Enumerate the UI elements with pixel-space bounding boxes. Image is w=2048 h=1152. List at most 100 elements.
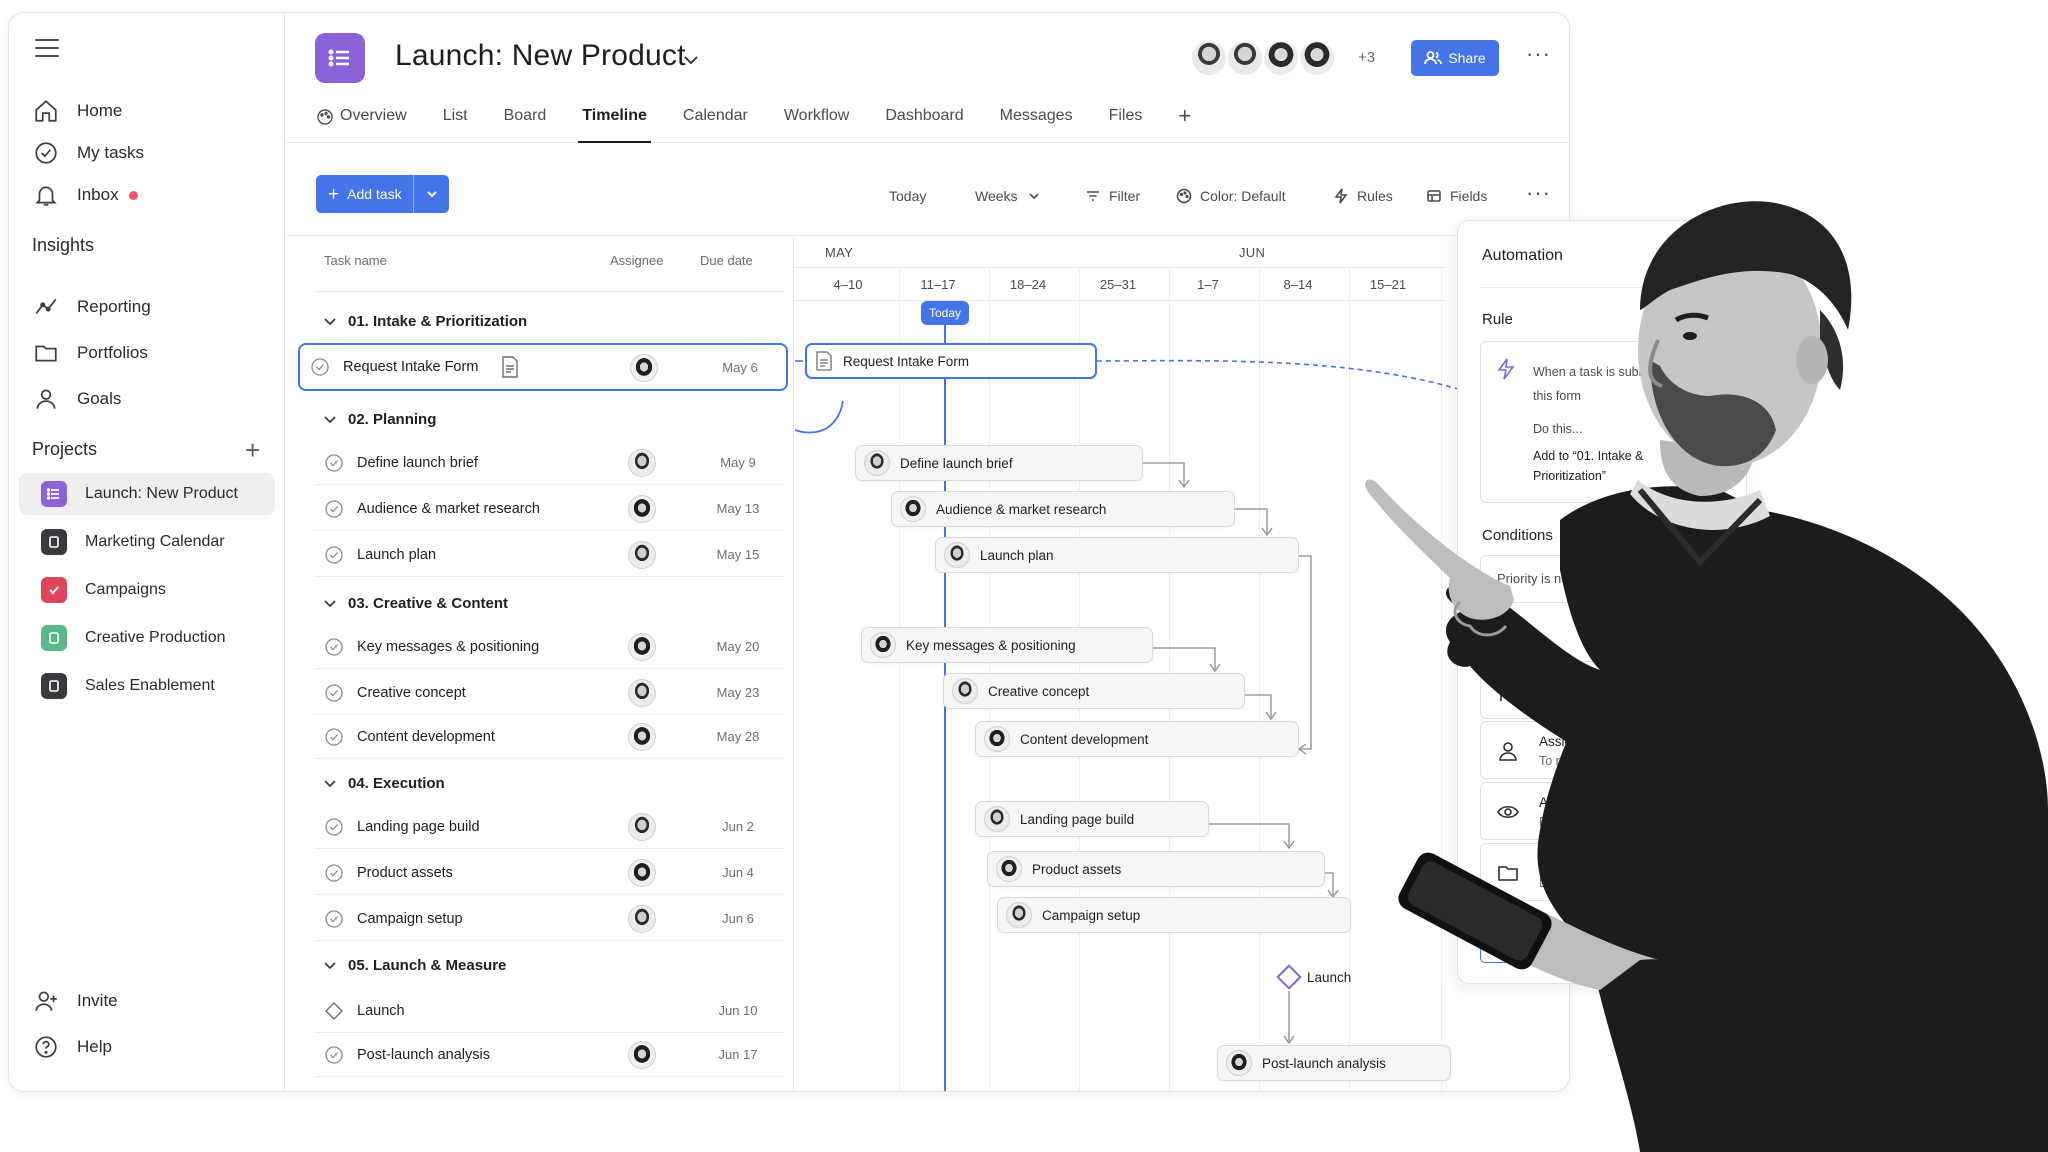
assignee-avatar[interactable] — [628, 633, 656, 661]
timeline-bar-request-intake-form[interactable]: Request Intake Form — [805, 343, 1097, 379]
rules-button[interactable]: Rules — [1333, 188, 1393, 204]
tab-overview[interactable]: Overview — [316, 107, 407, 143]
assignee-avatar[interactable] — [628, 495, 656, 523]
due-date[interactable]: Jun 10 — [708, 1003, 768, 1018]
sidebar-item-invite[interactable]: Invite — [31, 983, 271, 1019]
checkmark-circle-icon[interactable] — [310, 357, 330, 377]
add-tab-icon[interactable]: + — [1178, 105, 1191, 143]
timeline-bar-product-assets[interactable]: Product assets — [987, 851, 1325, 887]
sidebar-item-home[interactable]: Home — [31, 93, 271, 129]
add-task-dropdown[interactable] — [414, 187, 449, 201]
add-action-plus-button[interactable]: + — [1710, 627, 1723, 649]
sidebar-item-portfolios[interactable]: Portfolios — [31, 335, 271, 371]
task-row[interactable]: Audience & market research May 13 — [314, 487, 784, 531]
sidebar-item-help[interactable]: Help — [31, 1029, 271, 1065]
checkmark-circle-icon[interactable] — [324, 863, 344, 883]
extra-members-count[interactable]: +3 — [1358, 49, 1375, 66]
add-action-button[interactable]: + Add action — [1480, 923, 1604, 963]
timeline-bar-content-development[interactable]: Content development — [975, 721, 1299, 757]
chevron-down-icon[interactable] — [680, 49, 702, 71]
today-button[interactable]: Today — [889, 188, 926, 204]
checkmark-circle-icon[interactable] — [324, 727, 344, 747]
more-options-icon[interactable]: ··· — [1526, 41, 1551, 67]
due-date[interactable]: Jun 17 — [708, 1047, 768, 1062]
due-date[interactable]: May 20 — [708, 639, 768, 654]
timeline-bar-key-messages[interactable]: Key messages & positioning — [861, 627, 1153, 663]
sidebar-item-my-tasks[interactable]: My tasks — [31, 135, 271, 171]
due-date[interactable]: Jun 2 — [708, 819, 768, 834]
assignee-avatar[interactable] — [628, 679, 656, 707]
close-icon[interactable] — [1716, 247, 1732, 263]
milestone-diamond-icon[interactable] — [1276, 964, 1302, 990]
sidebar-item-reporting[interactable]: Reporting — [31, 289, 271, 325]
milestone-icon[interactable] — [324, 1001, 344, 1021]
color-button[interactable]: Color: Default — [1176, 188, 1286, 204]
task-row[interactable]: Campaign setup Jun 6 — [314, 897, 784, 941]
section-header[interactable]: 04. Execution — [314, 763, 784, 803]
timeline-bar-define-launch-brief[interactable]: Define launch brief — [855, 445, 1143, 481]
assignee-avatar[interactable] — [628, 813, 656, 841]
more-options-icon[interactable]: ··· — [1526, 180, 1551, 206]
checkmark-circle-icon[interactable] — [324, 1045, 344, 1065]
tab-board[interactable]: Board — [504, 107, 547, 143]
due-date[interactable]: May 13 — [708, 501, 768, 516]
checkmark-circle-icon[interactable] — [324, 817, 344, 837]
task-row[interactable]: Request Intake Form May 6 — [298, 343, 788, 391]
add-task-button[interactable]: + Add task — [316, 175, 449, 213]
share-button[interactable]: Share — [1411, 40, 1499, 76]
add-project-button[interactable]: + — [245, 437, 260, 463]
sidebar-project-marketing-calendar[interactable]: Marketing Calendar — [19, 521, 275, 563]
timeline-bar-landing-page[interactable]: Landing page build — [975, 801, 1209, 837]
due-date[interactable]: May 6 — [710, 360, 770, 375]
checkmark-circle-icon[interactable] — [324, 499, 344, 519]
add-condition-button[interactable]: + — [1710, 523, 1723, 545]
sidebar-project-creative-production[interactable]: Creative Production — [19, 617, 275, 659]
task-row[interactable]: Creative concept May 23 — [314, 671, 784, 715]
action-add-follower[interactable]: Add follower Request owner's manager — [1480, 782, 1726, 840]
assignee-avatar[interactable] — [628, 859, 656, 887]
task-row[interactable]: Content development May 28 — [314, 715, 784, 759]
checkmark-circle-icon[interactable] — [324, 545, 344, 565]
sidebar-project-sales-enablement[interactable]: Sales Enablement — [19, 665, 275, 707]
action-set-priority[interactable]: Set priority Based on form — [1480, 661, 1726, 719]
action-assign[interactable]: Assign To request owner — [1480, 721, 1726, 779]
assignee-avatar[interactable] — [628, 723, 656, 751]
tab-files[interactable]: Files — [1109, 107, 1143, 143]
tab-messages[interactable]: Messages — [1000, 107, 1073, 143]
task-row[interactable]: Landing page build Jun 2 — [314, 805, 784, 849]
task-row[interactable]: Launch plan May 15 — [314, 533, 784, 577]
timeline-bar-audience-research[interactable]: Audience & market research — [891, 491, 1235, 527]
task-row[interactable]: Key messages & positioning May 20 — [314, 625, 784, 669]
tab-workflow[interactable]: Workflow — [784, 107, 850, 143]
section-header[interactable]: 01. Intake & Prioritization — [314, 301, 784, 341]
checkmark-circle-icon[interactable] — [324, 683, 344, 703]
zoom-select[interactable]: Weeks — [975, 188, 1040, 204]
due-date[interactable]: Jun 4 — [708, 865, 768, 880]
task-row[interactable]: Define launch brief May 9 — [314, 441, 784, 485]
assignee-avatar[interactable] — [628, 905, 656, 933]
action-add-to-project[interactable]: Add to project Launch: New Product — [1480, 843, 1726, 901]
section-header[interactable]: 03. Creative & Content — [314, 583, 784, 623]
section-header[interactable]: 05. Launch & Measure — [314, 945, 784, 985]
assignee-avatar[interactable] — [630, 354, 658, 382]
checkmark-circle-icon[interactable] — [324, 909, 344, 929]
tab-calendar[interactable]: Calendar — [683, 107, 748, 143]
task-row[interactable]: Launch Jun 10 — [314, 989, 784, 1033]
due-date[interactable]: Jun 6 — [708, 911, 768, 926]
fields-button[interactable]: Fields — [1426, 188, 1487, 204]
timeline-bar-post-launch-analysis[interactable]: Post-launch analysis — [1217, 1045, 1451, 1081]
checkmark-circle-icon[interactable] — [324, 637, 344, 657]
task-row[interactable]: Product assets Jun 4 — [314, 851, 784, 895]
member-avatars[interactable] — [1190, 39, 1336, 77]
tab-timeline[interactable]: Timeline — [578, 107, 651, 143]
condition-item[interactable]: Priority is not empty — [1480, 555, 1726, 603]
sidebar-item-inbox[interactable]: Inbox — [31, 177, 271, 213]
assignee-avatar[interactable] — [628, 449, 656, 477]
due-date[interactable]: May 15 — [708, 547, 768, 562]
filter-button[interactable]: Filter — [1085, 188, 1140, 204]
menu-toggle-icon[interactable] — [35, 39, 59, 59]
timeline-bar-launch-plan[interactable]: Launch plan — [935, 537, 1299, 573]
due-date[interactable]: May 28 — [708, 729, 768, 744]
sidebar-project-launch[interactable]: Launch: New Product — [19, 473, 275, 515]
due-date[interactable]: May 23 — [708, 685, 768, 700]
